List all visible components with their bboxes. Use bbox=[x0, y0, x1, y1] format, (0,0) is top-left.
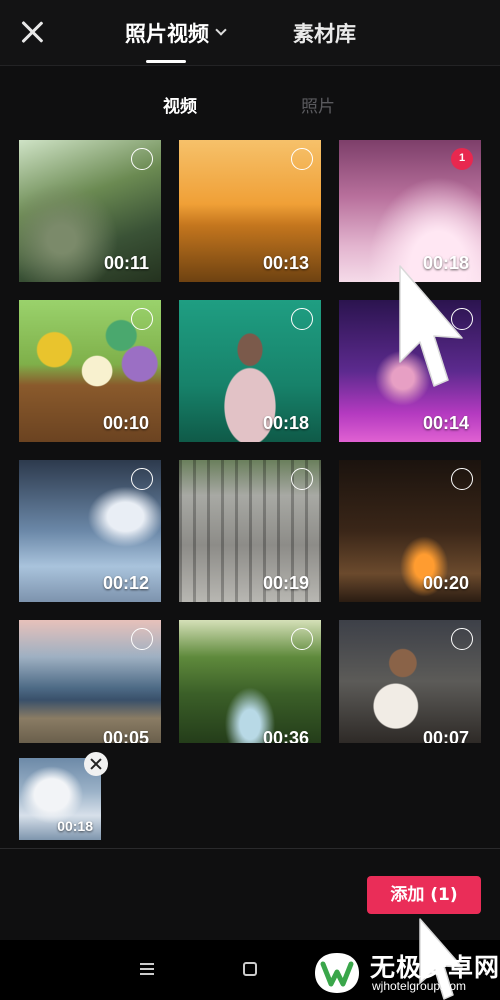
active-tab-indicator bbox=[146, 60, 186, 63]
select-circle-icon[interactable] bbox=[291, 308, 313, 330]
media-thumbnail[interactable]: 00:07 bbox=[339, 620, 481, 743]
video-duration: 00:19 bbox=[262, 573, 309, 593]
select-circle-icon[interactable] bbox=[131, 308, 153, 330]
watermark-logo-icon bbox=[315, 953, 359, 993]
select-circle-icon[interactable] bbox=[451, 628, 473, 650]
top-bar: 照片视频 素材库 bbox=[0, 0, 500, 66]
media-thumbnail[interactable]: 00:10 bbox=[19, 300, 161, 442]
select-circle-icon[interactable] bbox=[131, 628, 153, 650]
media-thumbnail[interactable]: 00:18 bbox=[179, 300, 321, 442]
menu-icon[interactable] bbox=[140, 963, 154, 975]
subtab-video[interactable]: 视频 bbox=[163, 92, 197, 117]
subtab-photo[interactable]: 照片 bbox=[301, 92, 335, 117]
chevron-down-icon bbox=[215, 24, 227, 36]
tab-photos-videos[interactable]: 照片视频 bbox=[125, 18, 227, 48]
selected-clip-duration: 00:18 bbox=[57, 818, 93, 834]
media-thumbnail[interactable]: 00:05 bbox=[19, 620, 161, 743]
video-duration: 00:36 bbox=[262, 728, 309, 743]
media-thumbnail[interactable]: 00:19 bbox=[179, 460, 321, 602]
video-duration: 00:18 bbox=[262, 413, 309, 433]
select-circle-icon[interactable] bbox=[291, 468, 313, 490]
video-duration: 00:05 bbox=[102, 728, 149, 743]
select-circle-icon[interactable] bbox=[131, 148, 153, 170]
select-circle-icon[interactable] bbox=[291, 148, 313, 170]
video-duration: 00:14 bbox=[422, 413, 469, 433]
media-thumbnail[interactable]: 1 00:18 bbox=[339, 140, 481, 282]
media-thumbnail[interactable]: 00:20 bbox=[339, 460, 481, 602]
tab-library[interactable]: 素材库 bbox=[293, 18, 356, 48]
media-thumbnail[interactable]: 00:12 bbox=[19, 460, 161, 602]
media-thumbnail[interactable]: 00:36 bbox=[179, 620, 321, 743]
remove-clip-icon[interactable] bbox=[84, 752, 108, 776]
video-duration: 00:12 bbox=[102, 573, 149, 593]
video-duration: 00:07 bbox=[422, 728, 469, 743]
watermark-url: wjhotelgroup.com bbox=[372, 979, 467, 993]
add-button[interactable]: 添加 (1) bbox=[367, 876, 481, 914]
video-duration: 00:20 bbox=[422, 573, 469, 593]
select-circle-icon[interactable] bbox=[291, 628, 313, 650]
media-thumbnail[interactable]: 00:13 bbox=[179, 140, 321, 282]
select-circle-icon[interactable] bbox=[451, 468, 473, 490]
media-thumbnail[interactable]: 00:11 bbox=[19, 140, 161, 282]
pointer-arrow-icon bbox=[399, 265, 463, 387]
video-duration: 00:11 bbox=[103, 253, 149, 273]
home-icon[interactable] bbox=[243, 962, 257, 976]
video-duration: 00:10 bbox=[102, 413, 149, 433]
tab-photos-videos-label: 照片视频 bbox=[125, 22, 209, 46]
selected-badge[interactable]: 1 bbox=[451, 148, 473, 170]
video-duration: 00:13 bbox=[262, 253, 309, 273]
watermark: 无极安卓网 wjhotelgroup.com bbox=[312, 948, 500, 1000]
close-icon[interactable] bbox=[18, 18, 46, 46]
select-circle-icon[interactable] bbox=[131, 468, 153, 490]
tray-divider bbox=[0, 848, 500, 849]
